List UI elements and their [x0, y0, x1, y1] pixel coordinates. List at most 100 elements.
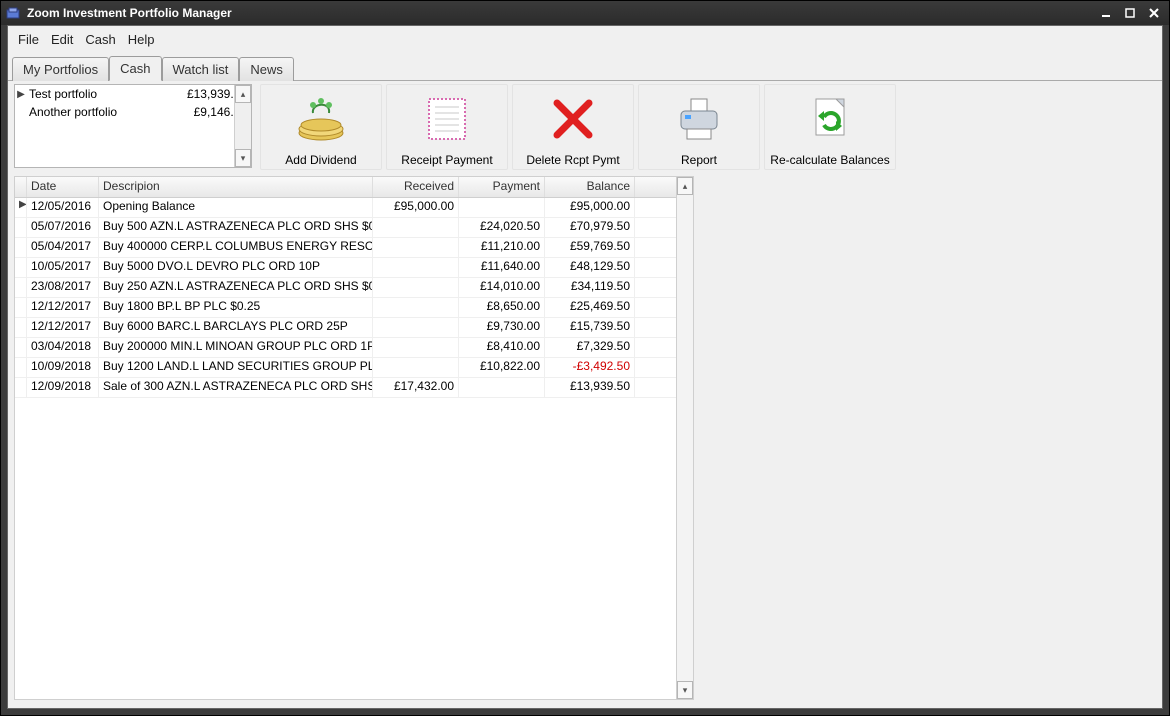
grid-body: ▶12/05/2016Opening Balance£95,000.00£95,… [15, 198, 676, 398]
cell-date: 12/09/2018 [27, 378, 99, 397]
table-row[interactable]: 10/05/2017Buy 5000 DVO.L DEVRO PLC ORD 1… [15, 258, 676, 278]
scroll-up-icon[interactable]: ▴ [677, 177, 693, 195]
window-title: Zoom Investment Portfolio Manager [27, 6, 1095, 20]
cell-balance: £48,129.50 [545, 258, 635, 277]
menu-file[interactable]: File [12, 30, 45, 49]
cell-description: Buy 1800 BP.L BP PLC $0.25 [99, 298, 373, 317]
cell-received [373, 358, 459, 377]
cell-date: 05/04/2017 [27, 238, 99, 257]
row-marker-icon: ▶ [15, 89, 27, 100]
col-received[interactable]: Received [373, 177, 459, 197]
table-row[interactable]: 10/09/2018Buy 1200 LAND.L LAND SECURITIE… [15, 358, 676, 378]
menu-edit[interactable]: Edit [45, 30, 79, 49]
close-button[interactable] [1143, 5, 1165, 21]
menubar: File Edit Cash Help [8, 26, 1162, 52]
table-row[interactable]: 05/04/2017Buy 400000 CERP.L COLUMBUS ENE… [15, 238, 676, 258]
scroll-down-icon[interactable]: ▾ [677, 681, 693, 699]
row-marker-icon [15, 318, 27, 337]
tab-body-cash: ▶ Test portfolio £13,939.50 Another port… [8, 80, 1162, 708]
scroll-down-icon[interactable]: ▾ [235, 149, 251, 167]
table-row[interactable]: 12/09/2018Sale of 300 AZN.L ASTRAZENECA … [15, 378, 676, 398]
cell-date: 12/05/2016 [27, 198, 99, 217]
cell-payment [459, 198, 545, 217]
cell-received [373, 258, 459, 277]
portfolio-name: Test portfolio [27, 87, 187, 101]
col-payment[interactable]: Payment [459, 177, 545, 197]
cell-date: 10/05/2017 [27, 258, 99, 277]
cell-payment: £9,730.00 [459, 318, 545, 337]
cell-received [373, 238, 459, 257]
delete-rcpt-pymt-button[interactable]: Delete Rcpt Pymt [512, 84, 634, 170]
row-marker-icon [15, 298, 27, 317]
cell-payment: £8,410.00 [459, 338, 545, 357]
cell-received [373, 318, 459, 337]
cell-payment: £11,640.00 [459, 258, 545, 277]
cell-received [373, 278, 459, 297]
delete-x-icon [545, 85, 601, 153]
tab-news[interactable]: News [239, 57, 294, 81]
tab-watch-list[interactable]: Watch list [162, 57, 240, 81]
recalc-balances-button[interactable]: Re-calculate Balances [764, 84, 896, 170]
cell-balance: £25,469.50 [545, 298, 635, 317]
table-row[interactable]: 12/12/2017Buy 1800 BP.L BP PLC $0.25 £8,6… [15, 298, 676, 318]
cell-date: 12/12/2017 [27, 298, 99, 317]
cell-received: £17,432.00 [373, 378, 459, 397]
menu-cash[interactable]: Cash [79, 30, 121, 49]
cell-description: Buy 6000 BARC.L BARCLAYS PLC ORD 25P [99, 318, 373, 337]
table-row[interactable]: 03/04/2018Buy 200000 MIN.L MINOAN GROUP … [15, 338, 676, 358]
row-marker-icon [15, 358, 27, 377]
table-row[interactable]: 23/08/2017Buy 250 AZN.L ASTRAZENECA PLC … [15, 278, 676, 298]
report-button[interactable]: Report [638, 84, 760, 170]
app-body: File Edit Cash Help My Portfolios Cash W… [7, 25, 1163, 709]
cell-balance: -£3,492.50 [545, 358, 635, 377]
tab-cash[interactable]: Cash [109, 56, 161, 81]
grid-main[interactable]: Date Descripion Received Payment Balance… [14, 176, 677, 700]
cash-grid: Date Descripion Received Payment Balance… [14, 176, 694, 700]
cell-payment: £14,010.00 [459, 278, 545, 297]
portfolio-scrollbar[interactable]: ▴ ▾ [234, 85, 251, 167]
grid-marker-col[interactable] [15, 177, 27, 197]
cell-payment: £11,210.00 [459, 238, 545, 257]
menu-help[interactable]: Help [122, 30, 161, 49]
maximize-button[interactable] [1119, 5, 1141, 21]
tab-my-portfolios[interactable]: My Portfolios [12, 57, 109, 81]
receipt-payment-button[interactable]: Receipt Payment [386, 84, 508, 170]
table-row[interactable]: ▶12/05/2016Opening Balance£95,000.00£95,… [15, 198, 676, 218]
cell-balance: £7,329.50 [545, 338, 635, 357]
col-description[interactable]: Descripion [99, 177, 373, 197]
cell-payment: £24,020.50 [459, 218, 545, 237]
table-row[interactable]: 05/07/2016Buy 500 AZN.L ASTRAZENECA PLC … [15, 218, 676, 238]
cell-description: Sale of 300 AZN.L ASTRAZENECA PLC ORD SH… [99, 378, 373, 397]
minimize-button[interactable] [1095, 5, 1117, 21]
cell-received [373, 298, 459, 317]
app-window: Zoom Investment Portfolio Manager File E… [0, 0, 1170, 716]
grid-scrollbar[interactable]: ▴ ▾ [677, 176, 694, 700]
row-marker-icon [15, 258, 27, 277]
cell-balance: £15,739.50 [545, 318, 635, 337]
row-marker-icon: ▶ [15, 198, 27, 217]
col-balance[interactable]: Balance [545, 177, 635, 197]
col-date[interactable]: Date [27, 177, 99, 197]
scroll-up-icon[interactable]: ▴ [235, 85, 251, 103]
table-row[interactable]: 12/12/2017Buy 6000 BARC.L BARCLAYS PLC O… [15, 318, 676, 338]
cell-received: £95,000.00 [373, 198, 459, 217]
receipt-icon [419, 85, 475, 153]
toolbar-label: Add Dividend [285, 153, 356, 167]
cell-date: 23/08/2017 [27, 278, 99, 297]
portfolio-list[interactable]: ▶ Test portfolio £13,939.50 Another port… [14, 84, 252, 168]
portfolio-row[interactable]: Another portfolio £9,146.50 [15, 103, 251, 121]
recalc-icon [802, 85, 858, 153]
printer-icon [671, 85, 727, 153]
row-marker-icon [15, 338, 27, 357]
cell-balance: £59,769.50 [545, 238, 635, 257]
toolbar: Add Dividend [260, 84, 1156, 168]
cell-description: Buy 400000 CERP.L COLUMBUS ENERGY RESOUR [99, 238, 373, 257]
add-dividend-button[interactable]: Add Dividend [260, 84, 382, 170]
portfolio-row[interactable]: ▶ Test portfolio £13,939.50 [15, 85, 251, 103]
coins-icon [293, 85, 349, 153]
cell-description: Buy 1200 LAND.L LAND SECURITIES GROUP PL… [99, 358, 373, 377]
cell-balance: £95,000.00 [545, 198, 635, 217]
cell-balance: £34,119.50 [545, 278, 635, 297]
row-marker-icon [15, 218, 27, 237]
cell-payment: £8,650.00 [459, 298, 545, 317]
